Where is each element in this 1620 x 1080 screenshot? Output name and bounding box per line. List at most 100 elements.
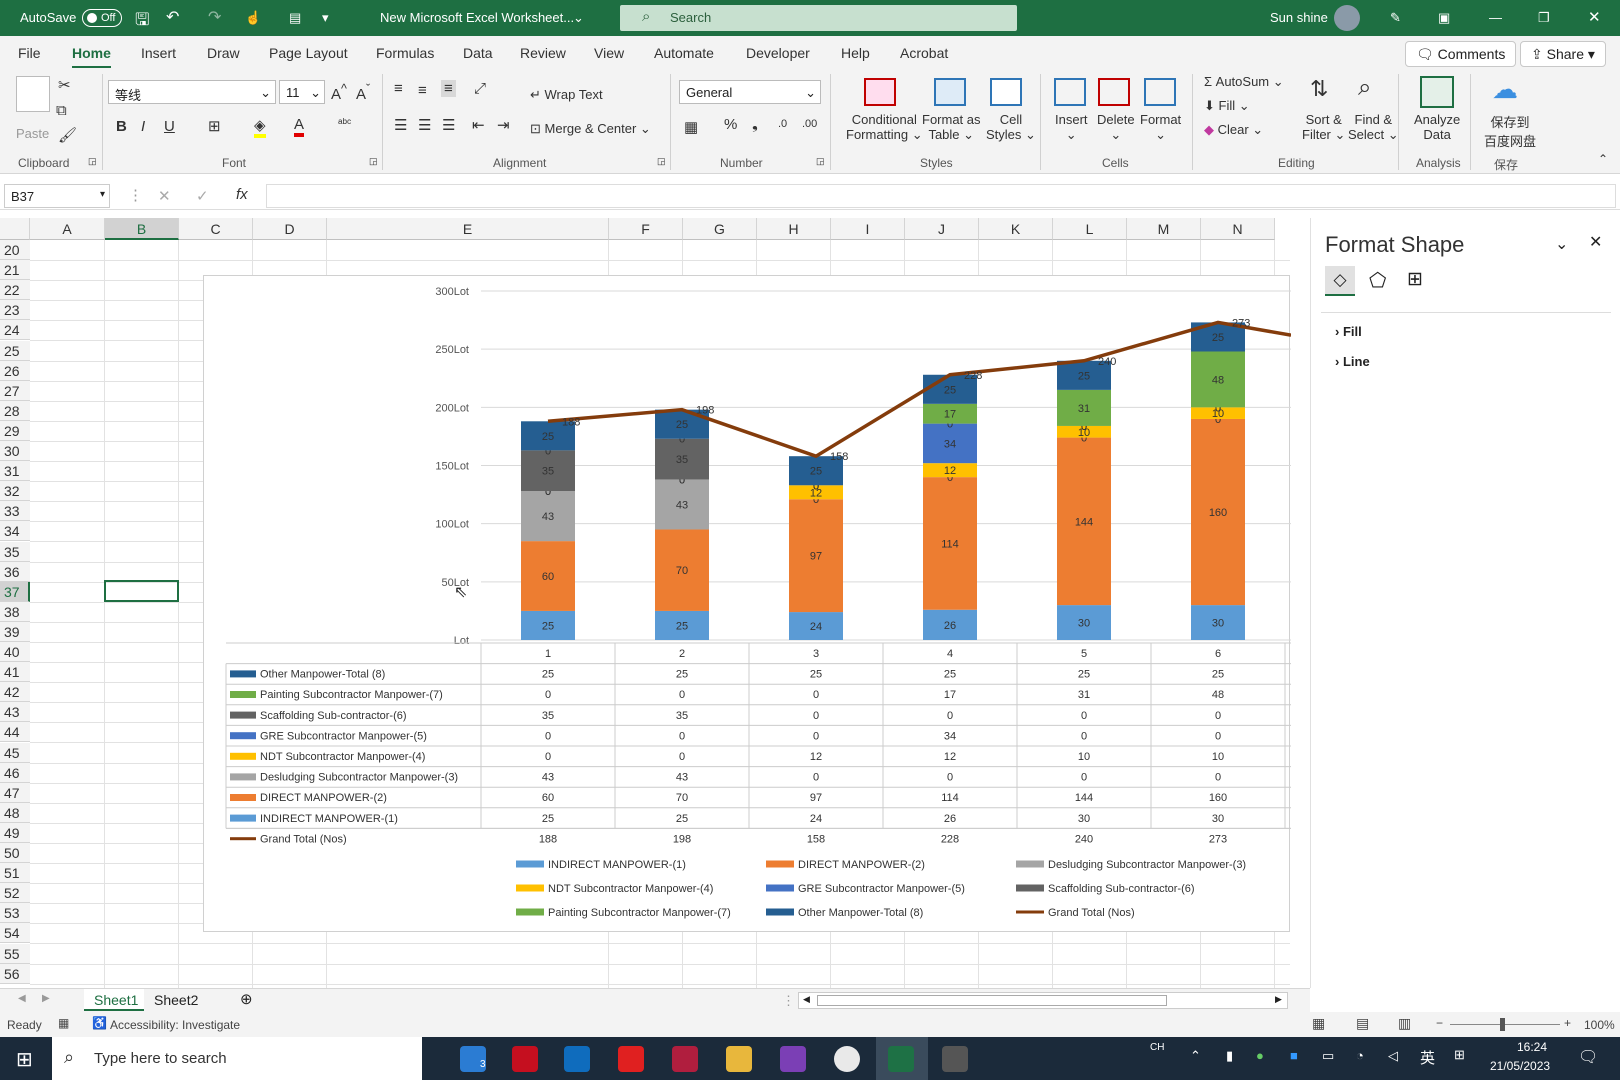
- row-header-21[interactable]: 21: [0, 260, 30, 281]
- wifi-icon[interactable]: ◔: [1356, 1048, 1364, 1063]
- accounting-icon[interactable]: ▦: [684, 118, 698, 136]
- row-header-30[interactable]: 30: [0, 441, 30, 461]
- normal-view-icon[interactable]: ▦: [1312, 1015, 1325, 1032]
- row-header-38[interactable]: 38: [0, 601, 30, 622]
- chart[interactable]: 300Lot 250Lot 200Lot 150Lot 100Lot 50Lot Lot 25…: [203, 275, 1292, 932]
- row-header-31[interactable]: 31: [0, 461, 30, 482]
- formula-input[interactable]: [266, 184, 1616, 208]
- horizontal-scrollbar[interactable]: ◀ ▶: [798, 992, 1288, 1009]
- row-header-28[interactable]: 28: [0, 400, 30, 421]
- column-header-m[interactable]: M: [1127, 218, 1201, 240]
- increase-font-icon[interactable]: A^: [331, 82, 347, 103]
- merge-center-button[interactable]: ⊡ Merge & Center ⌄: [530, 121, 651, 137]
- delete-cells-icon[interactable]: [1098, 78, 1130, 106]
- row-header-24[interactable]: 24: [0, 320, 30, 341]
- zoom-slider[interactable]: [1450, 1024, 1560, 1025]
- clock-date[interactable]: 21/05/2023: [1490, 1059, 1550, 1073]
- wechat-icon[interactable]: ●: [1256, 1048, 1264, 1063]
- column-header-d[interactable]: D: [253, 218, 327, 240]
- row-header-42[interactable]: 42: [0, 682, 30, 703]
- minimize-icon[interactable]: —: [1489, 10, 1502, 25]
- row-header-20[interactable]: 20: [0, 240, 30, 260]
- redo-icon[interactable]: ↷: [208, 7, 221, 27]
- tab-view[interactable]: View: [594, 45, 624, 61]
- column-header-n[interactable]: N: [1201, 218, 1275, 240]
- row-header-46[interactable]: 46: [0, 762, 30, 783]
- scroll-thumb[interactable]: [817, 995, 1167, 1006]
- tab-file[interactable]: File: [18, 45, 41, 61]
- chevron-down-icon[interactable]: ⌄: [573, 10, 584, 26]
- tab-help[interactable]: Help: [841, 45, 870, 61]
- format-painter-icon[interactable]: 🖌: [58, 126, 77, 144]
- row-header-53[interactable]: 53: [0, 903, 30, 924]
- battery-icon[interactable]: ▭: [1322, 1048, 1334, 1064]
- file-name[interactable]: New Microsoft Excel Worksheet...: [380, 10, 574, 25]
- customize-toolbar-icon[interactable]: ▾: [322, 10, 329, 26]
- dialog-launcher-icon[interactable]: ◲: [88, 156, 97, 167]
- select-all-corner[interactable]: [0, 218, 30, 240]
- fill-section[interactable]: › Fill: [1335, 324, 1362, 339]
- cell-styles-icon[interactable]: [990, 78, 1022, 106]
- find-icon[interactable]: ⌕: [1358, 74, 1371, 102]
- tab-home[interactable]: Home: [72, 45, 111, 69]
- align-middle-icon[interactable]: ≡: [418, 82, 427, 99]
- size-properties-icon[interactable]: ⊞: [1407, 268, 1423, 291]
- fill-button[interactable]: ⬇ Fill ⌄: [1204, 98, 1250, 114]
- row-header-32[interactable]: 32: [0, 481, 30, 502]
- column-header-f[interactable]: F: [609, 218, 683, 240]
- accessibility-status[interactable]: Accessibility: Investigate: [110, 1018, 240, 1032]
- save-icon[interactable]: 🖫: [135, 7, 149, 36]
- page-break-view-icon[interactable]: ▥: [1398, 1015, 1411, 1032]
- analyze-data-button[interactable]: Analyze Data: [1414, 112, 1460, 142]
- row-header-43[interactable]: 43: [0, 702, 30, 723]
- format-as-table-icon[interactable]: [934, 78, 966, 106]
- row-header-23[interactable]: 23: [0, 300, 30, 321]
- autosum-button[interactable]: Σ AutoSum ⌄: [1204, 74, 1284, 90]
- row-header-27[interactable]: 27: [0, 380, 30, 401]
- percent-icon[interactable]: %: [724, 116, 737, 133]
- line-section[interactable]: › Line: [1335, 354, 1370, 369]
- scroll-right-icon[interactable]: ▶: [1275, 994, 1282, 1005]
- wrap-text-button[interactable]: ↵ Wrap Text: [530, 87, 603, 103]
- page-layout-view-icon[interactable]: ▤: [1356, 1015, 1369, 1032]
- paste-button[interactable]: Paste: [16, 126, 49, 141]
- row-header-50[interactable]: 50: [0, 843, 30, 863]
- search-box[interactable]: ⌕ Search: [620, 5, 1017, 31]
- underline-icon[interactable]: U: [164, 118, 175, 135]
- next-sheet-icon[interactable]: ▶: [42, 993, 50, 1004]
- italic-icon[interactable]: I: [141, 118, 145, 135]
- font-size-select[interactable]: 11 ⌄: [279, 80, 325, 104]
- fill-color-icon[interactable]: ◈: [254, 116, 266, 138]
- row-header-40[interactable]: 40: [0, 642, 30, 662]
- row-header-44[interactable]: 44: [0, 722, 30, 743]
- comma-icon[interactable]: ❟: [752, 116, 758, 133]
- delete-button[interactable]: Delete ⌄: [1097, 112, 1135, 143]
- cell-styles-button[interactable]: Cell Styles ⌄: [986, 112, 1036, 143]
- mendeley-icon[interactable]: [672, 1046, 698, 1072]
- align-top-icon[interactable]: ≡: [394, 80, 403, 97]
- column-header-c[interactable]: C: [179, 218, 253, 240]
- zoom-thumb[interactable]: [1500, 1018, 1505, 1031]
- tab-draw[interactable]: Draw: [207, 45, 240, 61]
- row-header-37[interactable]: 37: [0, 581, 30, 602]
- tray-app-icon[interactable]: ■: [1290, 1048, 1298, 1063]
- comments-button[interactable]: 🗨 Comments: [1405, 41, 1517, 67]
- tray-expand-icon[interactable]: ⌃: [1190, 1048, 1201, 1064]
- undo-icon[interactable]: ↶: [166, 7, 179, 27]
- clock-time[interactable]: 16:24: [1502, 1040, 1562, 1054]
- row-header-54[interactable]: 54: [0, 923, 30, 944]
- conditional-formatting-button[interactable]: Conditional Formatting ⌄: [846, 112, 923, 143]
- paste-icon[interactable]: [16, 76, 50, 112]
- column-header-g[interactable]: G: [683, 218, 757, 240]
- zoom-out-icon[interactable]: −: [1436, 1016, 1443, 1030]
- name-box[interactable]: B37 ▾: [4, 184, 110, 208]
- tab-automate[interactable]: Automate: [654, 45, 714, 61]
- decrease-font-icon[interactable]: Aˇ: [356, 82, 370, 103]
- column-header-e[interactable]: E: [327, 218, 609, 240]
- copy-icon[interactable]: ⧉: [56, 102, 67, 119]
- format-button[interactable]: Format ⌄: [1140, 112, 1181, 143]
- row-header-49[interactable]: 49: [0, 822, 30, 843]
- accessibility-icon[interactable]: ♿: [92, 1016, 107, 1030]
- share-button[interactable]: ⇪ Share ▾: [1520, 41, 1606, 67]
- row-header-34[interactable]: 34: [0, 521, 30, 542]
